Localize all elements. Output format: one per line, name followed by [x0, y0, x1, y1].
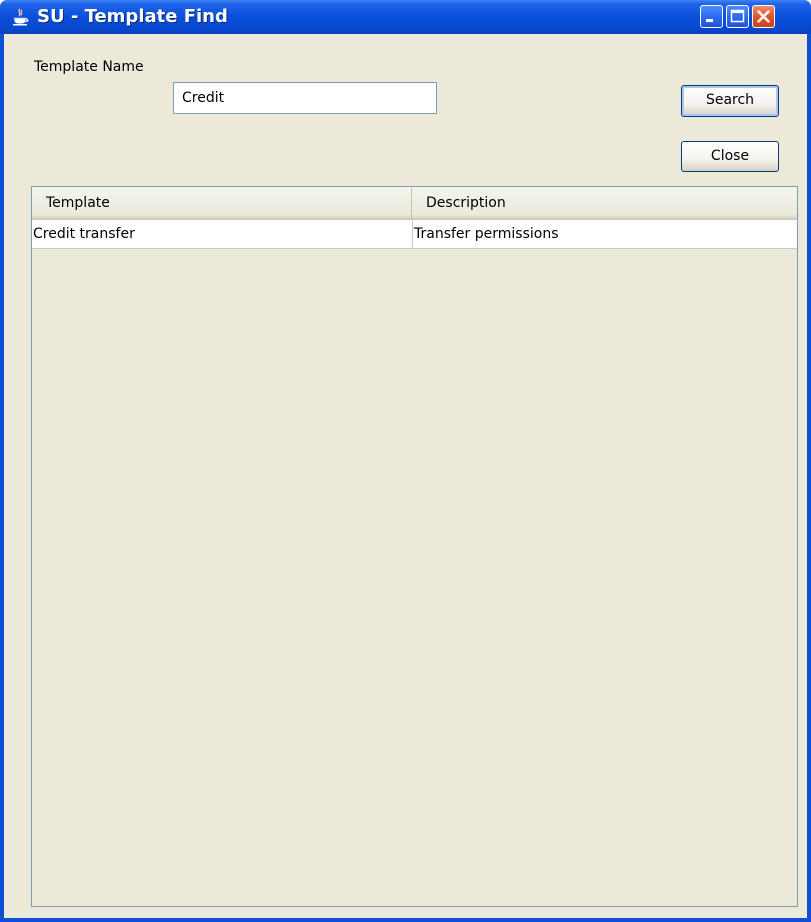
column-header-template[interactable]: Template: [32, 187, 412, 219]
cell-description[interactable]: Transfer permissions: [413, 220, 797, 248]
template-name-input[interactable]: [174, 83, 436, 113]
minimize-button[interactable]: [700, 5, 723, 28]
table-header: Template Description: [32, 187, 797, 220]
results-table[interactable]: Template Description Credit transfer Tra…: [31, 186, 798, 907]
column-header-description[interactable]: Description: [412, 187, 797, 219]
table-row[interactable]: Credit transfer Transfer permissions: [32, 220, 797, 249]
title-bar[interactable]: SU - Template Find: [0, 0, 811, 34]
close-icon: [757, 10, 770, 23]
maximize-button[interactable]: [726, 5, 749, 28]
search-button[interactable]: Search: [681, 85, 779, 117]
template-name-field[interactable]: [173, 82, 437, 114]
java-cup-icon: [11, 8, 29, 26]
cell-template[interactable]: Credit transfer: [32, 220, 413, 248]
close-button[interactable]: Close: [681, 141, 779, 172]
minimize-icon: [706, 19, 713, 22]
template-name-label: Template Name: [34, 59, 144, 75]
template-find-window: SU - Template Find Template Name Search …: [0, 0, 811, 922]
maximize-icon: [730, 9, 745, 23]
close-window-button[interactable]: [752, 5, 775, 28]
window-title: SU - Template Find: [37, 6, 228, 27]
